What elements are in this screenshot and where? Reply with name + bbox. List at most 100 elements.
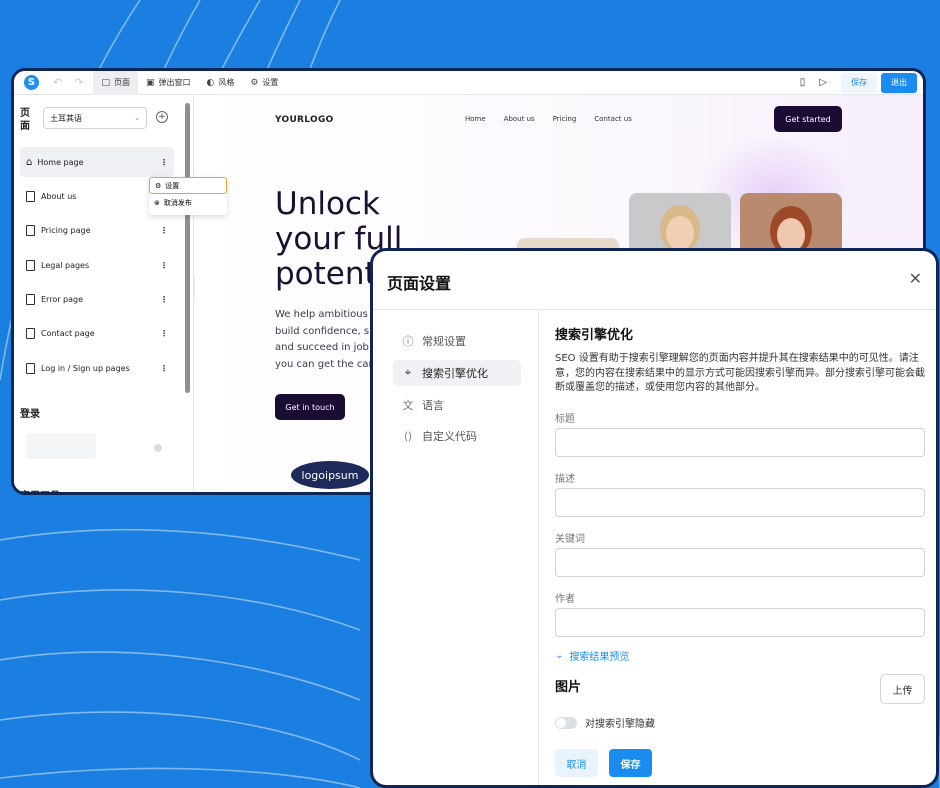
hide-from-search-row: 对搜索引擎隐藏	[555, 715, 655, 730]
site-nav-contact[interactable]: Contact us	[594, 115, 632, 123]
home-icon: ⌂	[26, 156, 33, 168]
status-dot	[154, 444, 162, 452]
page-icon	[26, 362, 35, 374]
get-in-touch-button[interactable]: Get in touch	[275, 394, 345, 420]
more-options-icon[interactable]: ⋮	[160, 364, 168, 373]
hero-description: We help ambitious p build confidence, sh…	[275, 307, 385, 373]
more-options-icon[interactable]: ⋮	[160, 295, 168, 304]
toolbar-tab-popups[interactable]: ▣ 弹出窗口	[138, 71, 199, 95]
menu-item-settings[interactable]: ⚙ 设置	[149, 177, 227, 194]
popup-icon: ▣	[145, 77, 155, 88]
page-settings-modal: 页面设置 ✕ ⓘ 常规设置 ⌖ 搜索引擎优化 文 语言 ⟨⟩ 自定义代码 搜索引…	[370, 248, 939, 788]
menu-item-unpublish[interactable]: ⊗ 取消发布	[149, 194, 227, 211]
language-select-value: 土耳其语	[50, 113, 82, 123]
toolbar-tab-label: 页面	[113, 78, 130, 87]
sidebar-section-tools: 实用工具	[20, 487, 60, 492]
app-logo[interactable]: S	[24, 75, 39, 90]
chevron-down-icon: ⌄	[555, 650, 564, 661]
more-options-icon[interactable]: ⋮	[160, 158, 168, 167]
sidebar-item-label: Home page	[37, 157, 84, 167]
page-icon	[26, 327, 35, 339]
search-preview-toggle[interactable]: ⌄ 搜索结果预览	[555, 648, 629, 663]
seo-icon: ⌖	[404, 366, 412, 379]
translate-icon: 文	[402, 399, 414, 412]
more-options-icon[interactable]: ⋮	[160, 261, 168, 270]
info-icon: ⓘ	[402, 335, 414, 348]
sidebar-item-home-page[interactable]: ⌂ Home page ⋮	[20, 147, 174, 177]
sidebar-item-legal-pages[interactable]: Legal pages ⋮	[20, 250, 174, 280]
site-nav-pricing[interactable]: Pricing	[553, 115, 577, 123]
language-select[interactable]: 土耳其语 ⌄	[43, 107, 147, 129]
add-page-icon[interactable]: +	[156, 111, 168, 123]
sidebar-item-label: About us	[41, 191, 77, 201]
site-nav-home[interactable]: Home	[465, 115, 486, 123]
search-preview-label: 搜索结果预览	[569, 652, 630, 663]
sidebar-item-label: Log in / Sign up pages	[41, 363, 130, 373]
sidebar-item-label: Pricing page	[41, 225, 91, 235]
undo-icon[interactable]: ↶	[53, 76, 62, 89]
gear-icon: ⚙	[250, 77, 259, 88]
description-field[interactable]	[555, 488, 925, 517]
play-icon[interactable]: ▷	[819, 77, 827, 88]
sidebar-scrollbar[interactable]	[185, 103, 190, 393]
hide-from-search-label: 对搜索引擎隐藏	[585, 719, 655, 730]
mobile-preview-icon[interactable]: ▯	[800, 77, 806, 88]
hero-text-line: We help ambitious p	[275, 309, 378, 320]
code-icon: ⟨⟩	[403, 429, 413, 443]
editor-toolbar: S ↶ ↷ □ 页面 ▣ 弹出窗口 ◐ 风格 ⚙ 设置 ▯ ▷ 保存 退出	[14, 71, 923, 95]
toolbar-tab-style[interactable]: ◐ 风格	[198, 71, 242, 95]
cancel-button[interactable]: 取消	[555, 749, 598, 777]
image-section-title: 图片	[555, 680, 582, 695]
exit-button[interactable]: 退出	[881, 72, 917, 93]
tab-label: 语言	[422, 399, 444, 412]
close-icon[interactable]: ✕	[909, 269, 922, 288]
upload-button[interactable]: 上传	[880, 674, 925, 704]
toolbar-tab-label: 设置	[262, 78, 279, 87]
tab-custom-code[interactable]: ⟨⟩ 自定义代码	[393, 423, 521, 449]
save-button[interactable]: 保存	[609, 749, 652, 777]
site-nav: Home About us Pricing Contact us	[465, 115, 632, 123]
tab-general-settings[interactable]: ⓘ 常规设置	[393, 328, 521, 354]
save-button[interactable]: 保存	[841, 72, 877, 93]
toolbar-tab-label: 弹出窗口	[158, 78, 191, 87]
sidebar-item-login-signup[interactable]: Log in / Sign up pages ⋮	[20, 353, 174, 383]
page-icon	[26, 259, 35, 271]
seo-panel: 搜索引擎优化 SEO 设置有助于搜索引擎理解您的页面内容并提升其在搜索结果中的可…	[539, 310, 936, 785]
title-field-label: 标题	[555, 414, 575, 425]
palette-icon: ◐	[206, 77, 215, 88]
pages-sidebar: 页面 土耳其语 ⌄ + ⌂ Home page ⋮ About us Prici…	[14, 95, 194, 492]
sidebar-item-label: Legal pages	[41, 260, 90, 270]
keywords-field[interactable]	[555, 548, 925, 577]
login-page-placeholder[interactable]	[26, 433, 96, 459]
page-icon	[26, 224, 35, 236]
sidebar-item-pricing-page[interactable]: Pricing page ⋮	[20, 215, 174, 245]
sidebar-item-label: Error page	[41, 294, 84, 304]
cancel-circle-icon: ⊗	[154, 198, 160, 207]
toolbar-tab-pages[interactable]: □ 页面	[93, 71, 138, 95]
gear-icon: ⚙	[155, 181, 162, 190]
modal-nav: ⓘ 常规设置 ⌖ 搜索引擎优化 文 语言 ⟨⟩ 自定义代码	[373, 310, 539, 785]
site-nav-about[interactable]: About us	[504, 115, 535, 123]
tab-label: 自定义代码	[422, 430, 477, 443]
hide-from-search-toggle[interactable]	[555, 716, 577, 729]
author-field[interactable]	[555, 608, 925, 637]
description-field-label: 描述	[555, 474, 575, 485]
tab-seo[interactable]: ⌖ 搜索引擎优化	[393, 360, 521, 386]
site-logo[interactable]: YOURLOGO	[275, 115, 334, 125]
get-started-button[interactable]: Get started	[774, 106, 842, 132]
chevron-down-icon: ⌄	[134, 114, 140, 122]
more-options-icon[interactable]: ⋮	[160, 329, 168, 338]
redo-icon[interactable]: ↷	[74, 76, 83, 89]
author-field-label: 作者	[555, 594, 575, 605]
tab-language[interactable]: 文 语言	[393, 392, 521, 418]
toolbar-tab-settings[interactable]: ⚙ 设置	[242, 71, 286, 95]
title-field[interactable]	[555, 428, 925, 457]
tab-label: 常规设置	[422, 335, 466, 348]
sidebar-item-contact-page[interactable]: Contact page ⋮	[20, 318, 174, 348]
sidebar-item-error-page[interactable]: Error page ⋮	[20, 284, 174, 314]
hero-title-line: Unlock	[275, 186, 380, 222]
keywords-field-label: 关键词	[555, 534, 585, 545]
seo-description: SEO 设置有助于搜索引擎理解您的页面内容并提升其在搜索结果中的可见性。请注意，…	[555, 353, 925, 393]
more-options-icon[interactable]: ⋮	[160, 226, 168, 235]
page-icon: □	[101, 77, 110, 88]
